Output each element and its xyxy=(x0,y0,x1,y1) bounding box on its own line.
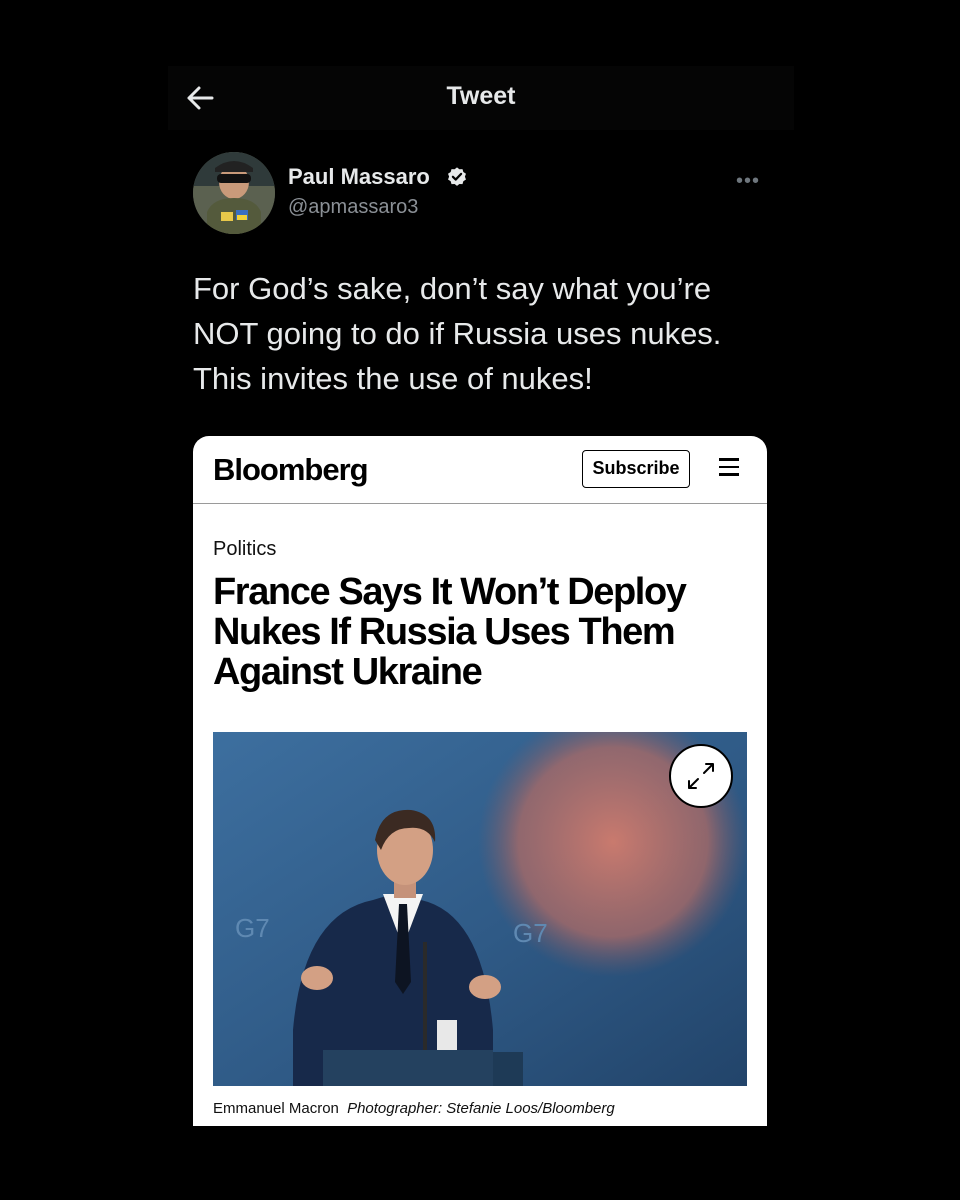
more-options-icon[interactable]: ••• xyxy=(736,170,760,193)
author-name[interactable]: Paul Massaro xyxy=(288,164,430,190)
section-label[interactable]: Politics xyxy=(213,538,276,561)
hamburger-menu-icon[interactable] xyxy=(719,458,739,476)
header-divider xyxy=(193,503,767,504)
tweet-line: This invites the use of nukes! xyxy=(193,361,593,396)
headline-line: France Says It Won’t Deploy xyxy=(213,571,687,613)
tweet-line: NOT going to do if Russia uses nukes. xyxy=(193,316,722,351)
top-bar: Tweet xyxy=(168,66,794,130)
headline-line: Against Ukraine xyxy=(213,651,483,693)
svg-text:G7: G7 xyxy=(513,918,548,948)
svg-text:G7: G7 xyxy=(235,913,270,943)
verified-badge-icon xyxy=(448,167,466,186)
photo-image: G7 G7 xyxy=(213,732,747,1086)
avatar[interactable] xyxy=(193,152,275,234)
tweet-line: For God’s sake, don’t say what you’re xyxy=(193,271,712,306)
bloomberg-logo: Bloomberg xyxy=(213,452,369,487)
caption-name: Emmanuel Macron xyxy=(213,1100,339,1117)
avatar-image xyxy=(193,152,275,234)
subscribe-button[interactable]: Subscribe xyxy=(582,450,690,488)
page-title: Tweet xyxy=(446,82,516,110)
author-handle[interactable]: @apmassaro3 xyxy=(288,196,418,219)
article-headline[interactable]: France Says It Won’t Deploy Nukes If Rus… xyxy=(213,572,753,692)
expand-button[interactable] xyxy=(669,744,733,808)
article-card[interactable]: Bloomberg Subscribe Politics France Says… xyxy=(193,436,767,1126)
tweet-text: For God’s sake, don’t say what you’re NO… xyxy=(193,266,783,401)
tweet-screen: Tweet Paul Massaro @apmassaro3 ••• For G… xyxy=(168,66,794,1126)
headline-line: Nukes If Russia Uses Them xyxy=(213,611,676,653)
expand-icon xyxy=(688,763,714,789)
article-photo[interactable]: G7 G7 xyxy=(213,732,747,1086)
caption-credit: Photographer: Stefanie Loos/Bloomberg xyxy=(347,1100,615,1117)
photo-caption: Emmanuel Macron Photographer: Stefanie L… xyxy=(213,1100,615,1117)
